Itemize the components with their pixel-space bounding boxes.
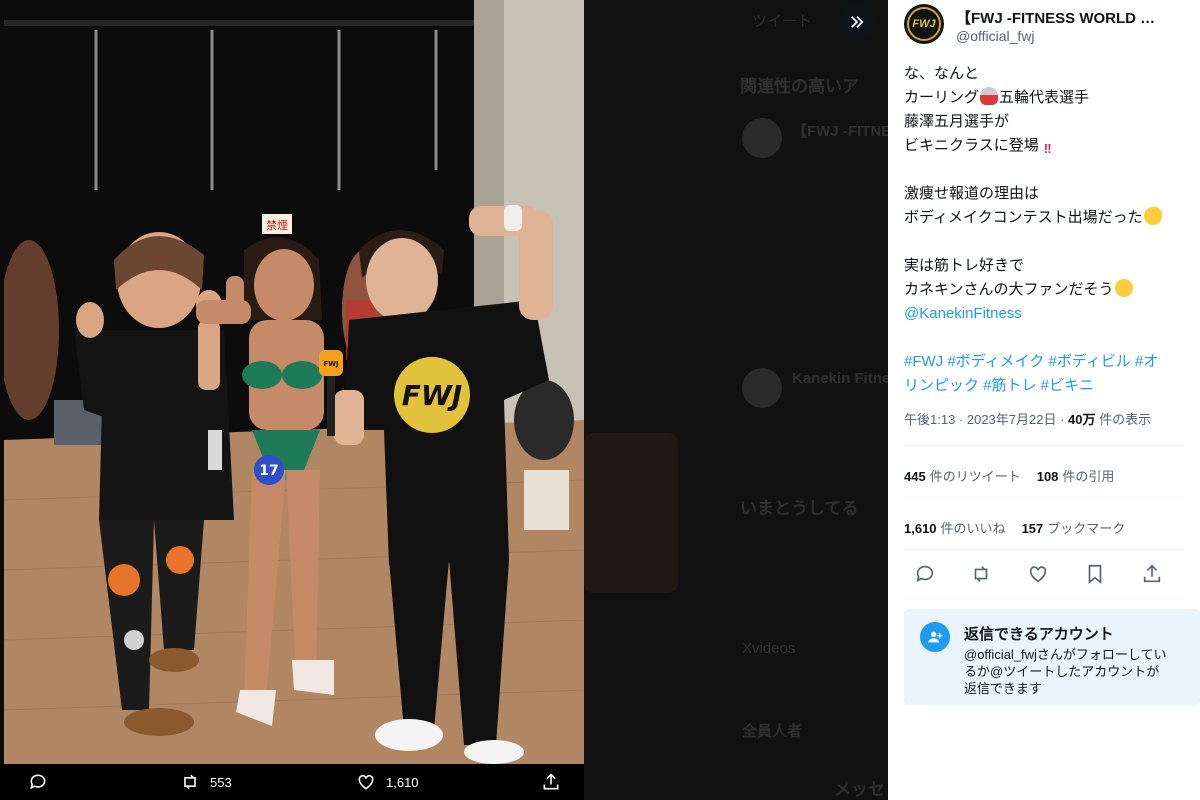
like-bookmark-stats: 1,610 件のいいね 157 ブックマーク bbox=[904, 518, 1125, 537]
mention-link[interactable]: @KanekinFitness bbox=[904, 305, 1022, 322]
app-root: ツイート 関連性の高いア 【FWJ -FITNE Kanekin Fitnes … bbox=[0, 0, 1200, 800]
shirt-logo: FWJ bbox=[402, 379, 462, 412]
tweet-timestamp[interactable]: 午後1:13 · 2023年7月22日 · bbox=[904, 412, 1068, 427]
author-name[interactable]: 【FWJ -FITNESS WORLD J... bbox=[956, 7, 1156, 28]
background-page: ツイート 関連性の高いア 【FWJ -FITNE Kanekin Fitnes … bbox=[584, 0, 888, 800]
tweet-line: #FWJ #ボディメイク #ボディビル #オ bbox=[904, 350, 1194, 374]
reply-restriction-notice: 返信できるアカウント @official_fwjさんがフォローしているか@ツイー… bbox=[904, 609, 1200, 705]
divider bbox=[904, 598, 1184, 599]
media-share-button[interactable] bbox=[541, 764, 561, 800]
tweet-photo[interactable]: 禁煙 17 FWJ FWJ bbox=[4, 0, 584, 764]
reply-icon bbox=[916, 565, 934, 582]
divider bbox=[904, 497, 1184, 498]
media-action-bar: 553 1,610 bbox=[0, 764, 584, 800]
bib-number: 17 bbox=[259, 463, 278, 479]
retweet-icon bbox=[184, 774, 196, 790]
bg-card bbox=[584, 433, 678, 593]
tweet-meta: 午後1:13 · 2023年7月22日 · 40万 件の表示 bbox=[904, 409, 1151, 428]
reply-notice-body: @official_fwjさんがフォローしているか@ツイートしたアカウントが返信… bbox=[964, 647, 1167, 696]
tweet-author[interactable]: FWJ 【FWJ -FITNESS WORLD J... @official_f… bbox=[904, 4, 1194, 48]
like-icon bbox=[358, 774, 374, 790]
media-retweet-button[interactable]: 553 bbox=[180, 764, 232, 800]
tweet-line: カーリング 五輪代表選手 bbox=[904, 87, 1090, 106]
bg-messages: メッセ bbox=[834, 780, 885, 799]
share-icon bbox=[1143, 564, 1161, 583]
bg-avatar bbox=[742, 118, 782, 158]
media-like-count: 1,610 bbox=[386, 774, 419, 790]
thinking-face-icon bbox=[1114, 279, 1133, 297]
expand-icon[interactable] bbox=[839, 4, 875, 40]
bookmarks-stat[interactable]: 157 ブックマーク bbox=[1022, 521, 1126, 536]
view-label: 件の表示 bbox=[1095, 412, 1152, 427]
quotes-stat[interactable]: 108 件の引用 bbox=[1037, 469, 1115, 484]
bg-item: 全員人者 bbox=[742, 723, 803, 740]
view-count: 40万 bbox=[1068, 412, 1096, 427]
tweet-line: な、なんと bbox=[904, 65, 980, 82]
bookmark-icon bbox=[1088, 564, 1102, 585]
divider bbox=[904, 549, 1184, 550]
tweet-line: ビキニクラスに登場 ‼ bbox=[904, 134, 1194, 158]
media-like-button[interactable]: 1,610 bbox=[356, 764, 419, 800]
mic-logo: FWJ bbox=[323, 360, 338, 368]
share-button[interactable] bbox=[1141, 563, 1165, 587]
double-exclamation-icon: ‼ bbox=[1043, 141, 1052, 156]
tweet-line: ボディメイクコンテスト出場だった bbox=[904, 206, 1194, 230]
retweet-icon bbox=[974, 566, 988, 582]
avatar[interactable]: FWJ bbox=[904, 4, 944, 44]
hashtag-links[interactable]: リンピック #筋トレ #ビキニ bbox=[904, 377, 1094, 394]
share-icon bbox=[543, 773, 559, 790]
avatar-logo: FWJ bbox=[907, 7, 941, 41]
tweet-line: 激痩せ報道の理由は bbox=[904, 185, 1040, 202]
bookmark-button[interactable] bbox=[1084, 563, 1108, 587]
bg-avatar bbox=[742, 368, 782, 408]
tweet-line: 実は筋トレ好きで bbox=[904, 257, 1025, 274]
reply-button[interactable] bbox=[914, 563, 938, 587]
tweet-line: 藤澤五月選手が bbox=[904, 113, 1010, 130]
bg-item: Xvideos bbox=[742, 640, 796, 657]
media-retweet-count: 553 bbox=[210, 774, 232, 790]
like-button[interactable] bbox=[1027, 563, 1051, 587]
reply-icon bbox=[30, 774, 46, 790]
photo-illustration: 禁煙 17 FWJ FWJ bbox=[4, 0, 584, 764]
media-viewer: ツイート 関連性の高いア 【FWJ -FITNE Kanekin Fitnes … bbox=[0, 0, 888, 800]
retweet-quote-stats: 445 件のリツイート 108 件の引用 bbox=[904, 466, 1114, 485]
person-add-icon bbox=[920, 622, 950, 652]
author-handle[interactable]: @official_fwj bbox=[956, 28, 1035, 44]
likes-stat[interactable]: 1,610 件のいいね bbox=[904, 521, 1006, 536]
tweet-line: リンピック #筋トレ #ビキニ bbox=[904, 374, 1194, 398]
bg-trending-heading: いまとうしてる bbox=[740, 499, 859, 518]
bg-header: ツイート bbox=[752, 13, 813, 30]
sign-text: 禁煙 bbox=[266, 219, 288, 232]
tweet-panel: FWJ 【FWJ -FITNESS WORLD J... @official_f… bbox=[888, 0, 1200, 800]
reply-notice-title: 返信できるアカウント bbox=[964, 626, 1114, 643]
flexed-biceps-icon bbox=[1143, 207, 1162, 225]
media-reply-button[interactable] bbox=[28, 764, 48, 800]
bg-related-heading: 関連性の高いア bbox=[740, 77, 859, 96]
tweet-line: カネキンさんの大ファンだそう bbox=[904, 278, 1194, 302]
divider bbox=[904, 445, 1184, 446]
retweet-button[interactable] bbox=[970, 563, 994, 587]
like-icon bbox=[1029, 566, 1047, 583]
tweet-text: な、なんと カーリング 五輪代表選手 藤澤五月選手が ビキニクラスに登場 ‼ 激痩せ… bbox=[904, 62, 1194, 398]
bg-item: 【FWJ -FITNE bbox=[792, 123, 888, 140]
retweets-stat[interactable]: 445 件のリツイート bbox=[904, 469, 1021, 484]
tweet-line: @KanekinFitness bbox=[904, 302, 1194, 326]
tweet-action-bar bbox=[904, 560, 1184, 590]
hashtag-links[interactable]: #FWJ #ボディメイク #ボディビル #オ bbox=[904, 353, 1158, 370]
curling-stone-icon bbox=[980, 87, 999, 105]
bg-item: Kanekin Fitnes bbox=[792, 370, 888, 387]
